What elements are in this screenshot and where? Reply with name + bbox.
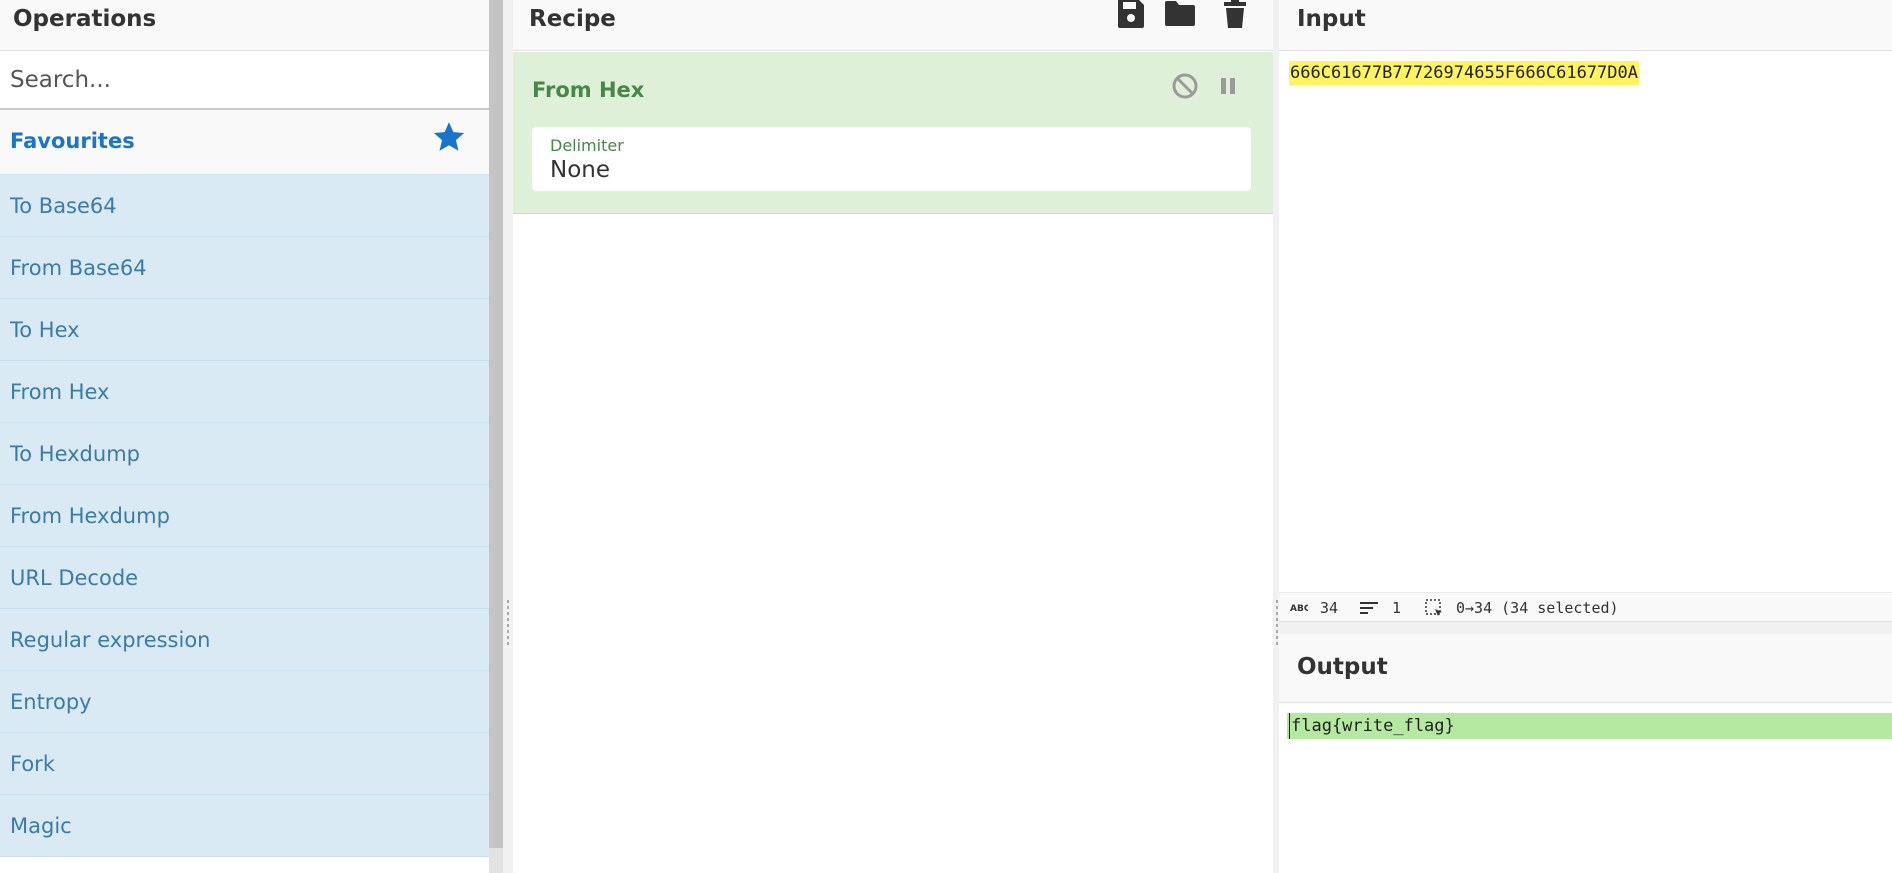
operation-item[interactable]: From Base64 [0,237,489,299]
selection-icon [1425,599,1442,616]
operation-item[interactable]: Regular expression [0,609,489,671]
operation-item[interactable]: Fork [0,733,489,795]
input-panel: Input 666C61677B77726974655F666C61677D0A… [1279,0,1892,873]
resize-grip[interactable] [507,600,509,648]
input-length: 34 [1320,599,1339,617]
output-header: Output [1279,634,1892,703]
recipe-operation-from-hex[interactable]: From Hex Delimiter None [513,52,1273,214]
svg-text:ABC: ABC [1290,604,1308,612]
operation-item[interactable]: URL Decode [0,547,489,609]
save-icon[interactable] [1116,0,1146,28]
input-lines: 1 [1392,599,1402,617]
io-divider[interactable] [1279,622,1892,634]
favourites-header[interactable]: Favourites [0,110,489,175]
output-textarea[interactable]: flag{write_flag} [1289,713,1455,739]
delimiter-label: Delimiter [550,136,624,155]
operations-panel: Operations Favourites To Base64 From Bas… [0,0,489,873]
operations-title: Operations [0,0,489,51]
star-icon[interactable] [432,120,466,154]
operations-list: To Base64 From Base64 To Hex From Hex To… [0,175,489,857]
operation-item[interactable]: To Base64 [0,175,489,237]
trash-icon[interactable] [1220,0,1250,28]
abc-icon: ABC [1290,604,1308,612]
operation-item[interactable]: Magic [0,795,489,857]
recipe-panel: Recipe From Hex Delimiter None [513,0,1273,873]
folder-icon[interactable] [1165,0,1195,28]
input-status-bar: ABC 34 1 0→34 (34 selected) [1279,592,1892,622]
recipe-title: Recipe [513,0,1273,51]
input-selection: 0→34 (34 selected) [1456,599,1619,617]
operation-item[interactable]: From Hexdump [0,485,489,547]
recipe-operation-title: From Hex [532,78,645,102]
disable-icon[interactable] [1171,72,1199,100]
operation-item[interactable]: From Hex [0,361,489,423]
resize-grip[interactable] [1276,600,1278,648]
operations-scrollbar-thumb[interactable] [489,0,503,848]
pause-icon[interactable] [1220,76,1236,96]
operation-item[interactable]: To Hex [0,299,489,361]
panel-divider-left[interactable] [503,0,513,873]
operation-item[interactable]: Entropy [0,671,489,733]
delimiter-value[interactable]: None [550,157,610,183]
favourites-label: Favourites [10,129,135,153]
output-title: Output [1297,654,1388,680]
operation-item[interactable]: To Hexdump [0,423,489,485]
input-title: Input [1279,0,1892,51]
input-textarea[interactable]: 666C61677B77726974655F666C61677D0A [1289,61,1639,85]
search-input[interactable] [0,51,489,110]
lines-icon [1360,602,1378,614]
delimiter-field[interactable]: Delimiter None [532,127,1251,191]
